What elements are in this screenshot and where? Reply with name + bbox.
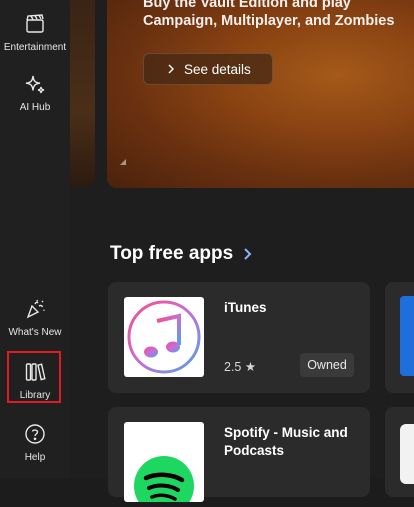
clapperboard-icon: [26, 14, 44, 33]
sparkle-icon: [25, 75, 45, 94]
hero-text: Buy the Vault Edition and play Campaign,…: [143, 0, 394, 30]
sidebar-item-label: Entertainment: [3, 42, 67, 53]
sidebar-item-label: What's New: [8, 327, 62, 338]
app-rating: 2.5 ★: [224, 360, 257, 374]
see-details-label: See details: [184, 61, 251, 77]
previous-banner[interactable]: [70, 0, 95, 187]
chevron-right-icon: [168, 64, 174, 74]
spotify-logo-icon: [124, 422, 204, 507]
sidebar: Entertainment AI Hub What's New Library …: [0, 0, 70, 478]
sidebar-item-label: AI Hub: [19, 102, 51, 113]
hero-banner[interactable]: Buy the Vault Edition and play Campaign,…: [107, 0, 414, 188]
hero-line-1: Buy the Vault Edition and play: [143, 0, 351, 11]
sidebar-item-label: Help: [24, 452, 46, 463]
next-app-icon: [400, 296, 414, 376]
party-popper-icon: [26, 299, 45, 319]
sidebar-item-entertainment[interactable]: Entertainment: [0, 12, 70, 72]
section-title-label: Top free apps: [110, 243, 234, 264]
section-title[interactable]: Top free apps: [110, 243, 253, 265]
decorative-mark-icon: [120, 159, 126, 165]
chevron-right-icon: [244, 248, 252, 260]
app-card[interactable]: Spotify - Music and Podcasts: [108, 407, 370, 507]
help-circle-icon: [25, 424, 45, 444]
sidebar-item-help[interactable]: Help: [0, 422, 70, 482]
app-card[interactable]: iTunes 2.5 ★ Owned: [108, 282, 370, 393]
see-details-button[interactable]: See details: [143, 53, 273, 85]
app-name: Spotify - Music and Podcasts: [224, 425, 348, 458]
selection-highlight: [7, 351, 61, 403]
sidebar-item-ai-hub[interactable]: AI Hub: [0, 72, 70, 132]
app-name: iTunes: [224, 300, 267, 315]
sidebar-item-whats-new[interactable]: What's New: [0, 297, 70, 357]
hero-line-2: Campaign, Multiplayer, and Zombies: [143, 13, 395, 29]
owned-badge: Owned: [300, 353, 354, 377]
main-content: Buy the Vault Edition and play Campaign,…: [70, 0, 414, 507]
itunes-logo-icon: [124, 297, 204, 377]
next-app-icon: [400, 424, 414, 484]
